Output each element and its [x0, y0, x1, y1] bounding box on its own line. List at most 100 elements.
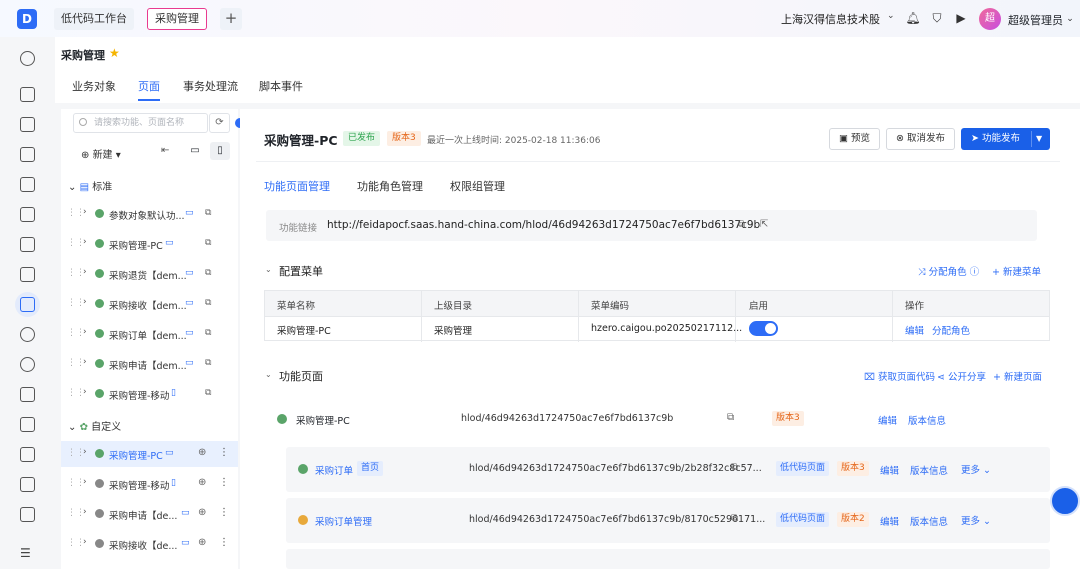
rail-item-6-icon[interactable] — [20, 237, 35, 252]
divider — [256, 161, 1060, 162]
function-link[interactable]: http://feidapocf.saas.hand-china.com/hlo… — [327, 219, 760, 231]
cancel-publish-button[interactable]: ⊗ 取消发布 — [886, 128, 955, 150]
user-menu-chevron-icon[interactable]: ⌄ — [1062, 11, 1078, 27]
app-logo-icon[interactable]: D — [17, 9, 37, 29]
tree-item-selected[interactable]: ⋮⋮ › 采购管理-PC ▭ ⊕ ⋮ — [61, 441, 238, 467]
company-selector[interactable]: 上海汉得信息技术股 — [781, 11, 880, 27]
tab-lowcode-workbench[interactable]: 低代码工作台 — [54, 8, 134, 30]
page-icon — [298, 464, 308, 474]
root-page-name: 采购管理-PC — [296, 416, 350, 427]
publish-dropdown-icon[interactable]: ▼ — [1036, 128, 1042, 150]
collapse-pages-section-icon[interactable]: ⌄ — [265, 370, 272, 379]
external-link-icon[interactable]: ⇱ — [760, 219, 768, 230]
org-chart-icon[interactable] — [20, 327, 35, 342]
tree-item[interactable]: ⋮⋮ › 采购管理-移动 ▯ ⧉ — [61, 381, 238, 407]
col-header-parent: 上级目录 — [434, 301, 473, 312]
tree-item[interactable]: ⋮⋮ › 采购接收【de... ▭ ⊕ ⋮ — [61, 531, 238, 557]
publish-button[interactable]: ➤ 功能发布 ▼ — [961, 128, 1050, 150]
rail-item-14-icon[interactable] — [20, 507, 35, 522]
star-icon[interactable]: ★ — [109, 46, 120, 60]
tree-item[interactable]: ⋮⋮ › 采购订单【dem... ▭ ⧉ — [61, 321, 238, 347]
copy-icon[interactable]: ⧉ — [727, 412, 734, 423]
get-page-code-link[interactable]: ⌧ 获取页面代码 — [864, 369, 935, 383]
tree-item[interactable]: ⋮⋮ › 采购退货【dem... ▭ ⧉ — [61, 261, 238, 287]
cell-parent: 采购管理 — [434, 326, 473, 337]
rail-item-12-icon[interactable] — [20, 447, 35, 462]
version-info-link[interactable]: 版本信息 — [910, 463, 948, 477]
new-page-link[interactable]: + 新建页面 — [993, 369, 1042, 383]
public-share-label: 公开分享 — [947, 372, 986, 383]
bell-icon[interactable]: 🔔︎ — [905, 10, 921, 26]
rail-item-3-icon[interactable] — [20, 147, 35, 162]
search-input[interactable]: 请搜索功能、页面名称 — [73, 113, 208, 133]
search-icon[interactable] — [20, 51, 35, 66]
tab-script-events[interactable]: 脚本事件 — [259, 78, 303, 94]
mobile-view-button[interactable]: ▯ — [210, 142, 230, 160]
assign-role-link[interactable]: ⤨ 分配角色 ⓘ — [918, 264, 979, 278]
copy-icon[interactable]: ⧉ — [738, 219, 745, 230]
public-share-link[interactable]: ⋖ 公开分享 — [937, 369, 986, 383]
new-page-label: 新建页面 — [1003, 372, 1042, 383]
collapse-tree-icon[interactable]: ⇤ — [161, 145, 169, 156]
child-page-name[interactable]: 采购订单管理 — [315, 514, 372, 528]
pages-section-title: 功能页面 — [279, 370, 323, 383]
rail-item-9-icon[interactable] — [20, 357, 35, 372]
rail-item-lowcode-icon[interactable] — [20, 297, 35, 312]
preview-button[interactable]: ▣ 预览 — [829, 128, 880, 150]
rail-item-2-icon[interactable] — [20, 117, 35, 132]
tree-item[interactable]: ⋮⋮ › 采购接收【dem... ▭ ⧉ — [61, 291, 238, 317]
new-button[interactable]: ⊕ 新建 ▾ — [81, 146, 121, 161]
enabled-toggle[interactable] — [749, 321, 778, 336]
more-dropdown[interactable]: 更多 ⌄ — [961, 462, 991, 476]
tab-workflow[interactable]: 事务处理流 — [183, 78, 238, 94]
copy-icon[interactable]: ⧉ — [731, 462, 738, 473]
collapse-menu-section-icon[interactable]: ⌄ — [265, 265, 272, 274]
copy-icon[interactable]: ⧉ — [731, 513, 738, 524]
version-info-link[interactable]: 版本信息 — [910, 514, 948, 528]
rail-item-5-icon[interactable] — [20, 207, 35, 222]
collapse-menu-icon[interactable]: ☰ — [20, 546, 31, 560]
group-custom[interactable]: ⌄ ✿ 自定义 — [68, 418, 121, 433]
tab-pages[interactable]: 页面 — [138, 78, 160, 94]
chat-assistant-icon[interactable] — [1050, 486, 1080, 516]
chevron-down-icon[interactable]: ⌄ — [887, 11, 895, 21]
tab-permission-groups[interactable]: 权限组管理 — [450, 178, 505, 194]
group-standard[interactable]: ⌄ ▤ 标准 — [68, 178, 112, 193]
tab-role-management[interactable]: 功能角色管理 — [357, 178, 423, 194]
edit-page-link[interactable]: 编辑 — [880, 463, 899, 477]
more-label: 更多 — [961, 465, 981, 476]
tree-item-label: 采购接收【dem... — [109, 301, 187, 312]
rail-item-11-icon[interactable] — [20, 417, 35, 432]
refresh-button[interactable]: ⟳ — [209, 113, 230, 133]
tree-item[interactable]: ⋮⋮ › 采购管理-移动 ▯ ⊕ ⋮ — [61, 471, 238, 497]
page-type-badge: 低代码页面 — [776, 461, 830, 476]
tab-page-management[interactable]: 功能页面管理 — [264, 178, 330, 194]
user-name[interactable]: 超级管理员 — [1008, 12, 1063, 28]
rail-item-7-icon[interactable] — [20, 267, 35, 282]
avatar[interactable]: 超 — [979, 8, 1001, 30]
shirt-icon[interactable]: ⛉ — [929, 10, 945, 26]
root-version-info-link[interactable]: 版本信息 — [908, 413, 946, 427]
rail-item-1-icon[interactable] — [20, 87, 35, 102]
child-page-name[interactable]: 采购订单 — [315, 463, 353, 477]
assign-role-row-link[interactable]: 分配角色 — [932, 323, 970, 337]
edit-root-page-link[interactable]: 编辑 — [878, 413, 897, 427]
add-tab-button[interactable]: + — [220, 8, 242, 30]
edit-page-link[interactable]: 编辑 — [880, 514, 899, 528]
tab-business-objects[interactable]: 业务对象 — [72, 78, 116, 94]
play-icon[interactable]: ▶ — [953, 10, 969, 26]
tree-item-label: 采购接收【de... — [109, 541, 178, 552]
tree-item[interactable]: ⋮⋮ › 采购申请【dem... ▭ ⧉ — [61, 351, 238, 377]
edit-menu-link[interactable]: 编辑 — [905, 323, 924, 337]
rail-item-10-icon[interactable] — [20, 387, 35, 402]
rail-item-13-icon[interactable] — [20, 477, 35, 492]
tree-item[interactable]: ⋮⋮ › 参数对象默认功... ▭ ⧉ — [61, 201, 238, 227]
tree-item[interactable]: ⋮⋮ › 采购申请【de... ▭ ⊕ ⋮ — [61, 501, 238, 527]
more-dropdown[interactable]: 更多 ⌄ — [961, 513, 991, 527]
tab-purchase-management[interactable]: 采购管理 — [147, 8, 207, 30]
version-badge: 版本3 — [772, 411, 804, 426]
rail-item-4-icon[interactable] — [20, 177, 35, 192]
new-menu-link[interactable]: + 新建菜单 — [992, 264, 1041, 278]
pc-view-button[interactable]: ▭ — [185, 142, 205, 160]
tree-item[interactable]: ⋮⋮ › 采购管理-PC ▭ ⧉ — [61, 231, 238, 257]
